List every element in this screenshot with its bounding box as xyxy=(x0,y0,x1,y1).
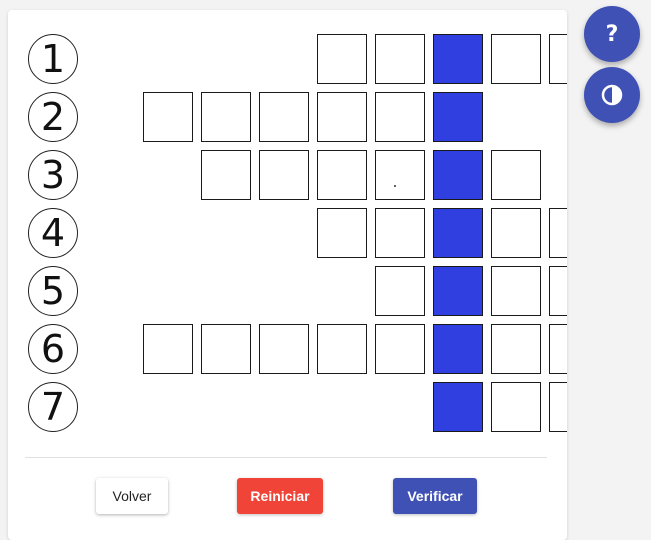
contrast-icon xyxy=(601,84,623,106)
letter-cell[interactable] xyxy=(491,34,541,84)
row-number-7: 7 xyxy=(28,382,78,432)
letter-cell[interactable] xyxy=(201,150,251,200)
letter-cell[interactable] xyxy=(317,324,367,374)
key-cell[interactable] xyxy=(433,382,483,432)
letter-cell[interactable] xyxy=(201,324,251,374)
letter-cell[interactable] xyxy=(491,382,541,432)
letter-cell[interactable] xyxy=(259,92,309,142)
key-cell[interactable] xyxy=(433,266,483,316)
letter-cell[interactable] xyxy=(259,150,309,200)
cursor-dot xyxy=(394,185,396,187)
letter-cell[interactable] xyxy=(317,34,367,84)
letter-cell[interactable] xyxy=(375,266,425,316)
verify-button[interactable]: Verificar xyxy=(393,478,477,514)
letter-cell[interactable] xyxy=(375,208,425,258)
letter-cell[interactable] xyxy=(375,150,425,200)
letter-cell[interactable] xyxy=(549,208,567,258)
letter-cell[interactable] xyxy=(317,150,367,200)
letter-cell[interactable] xyxy=(143,324,193,374)
letter-cell[interactable] xyxy=(491,150,541,200)
help-button[interactable]: ? xyxy=(584,6,640,62)
key-cell[interactable] xyxy=(433,208,483,258)
key-cell[interactable] xyxy=(433,34,483,84)
reset-button[interactable]: Reiniciar xyxy=(237,478,323,514)
key-cell[interactable] xyxy=(433,150,483,200)
row-number-2: 2 xyxy=(28,92,78,142)
row-number-4: 4 xyxy=(28,208,78,258)
letter-cell[interactable] xyxy=(549,266,567,316)
row-number-3: 3 xyxy=(28,150,78,200)
key-cell[interactable] xyxy=(433,92,483,142)
letter-cell[interactable] xyxy=(259,324,309,374)
letter-cell[interactable] xyxy=(375,324,425,374)
letter-cell[interactable] xyxy=(549,382,567,432)
letter-cell[interactable] xyxy=(491,324,541,374)
letter-cell[interactable] xyxy=(549,34,567,84)
letter-cell[interactable] xyxy=(317,92,367,142)
back-button[interactable]: Volver xyxy=(96,478,168,514)
question-icon: ? xyxy=(605,21,619,47)
letter-cell[interactable] xyxy=(201,92,251,142)
divider xyxy=(25,457,547,458)
letter-cell[interactable] xyxy=(143,92,193,142)
letter-cell[interactable] xyxy=(491,208,541,258)
crossword-card: 1 2 3 4 5 6 7 Volver Reiniciar Verificar xyxy=(8,10,567,540)
crossword-grid: 1 2 3 4 5 6 7 xyxy=(8,10,567,450)
row-number-5: 5 xyxy=(28,266,78,316)
letter-cell[interactable] xyxy=(491,266,541,316)
letter-cell[interactable] xyxy=(317,208,367,258)
contrast-toggle-button[interactable] xyxy=(584,67,640,123)
row-number-1: 1 xyxy=(28,34,78,84)
key-cell[interactable] xyxy=(433,324,483,374)
letter-cell[interactable] xyxy=(375,34,425,84)
letter-cell[interactable] xyxy=(549,324,567,374)
letter-cell[interactable] xyxy=(375,92,425,142)
row-number-6: 6 xyxy=(28,324,78,374)
